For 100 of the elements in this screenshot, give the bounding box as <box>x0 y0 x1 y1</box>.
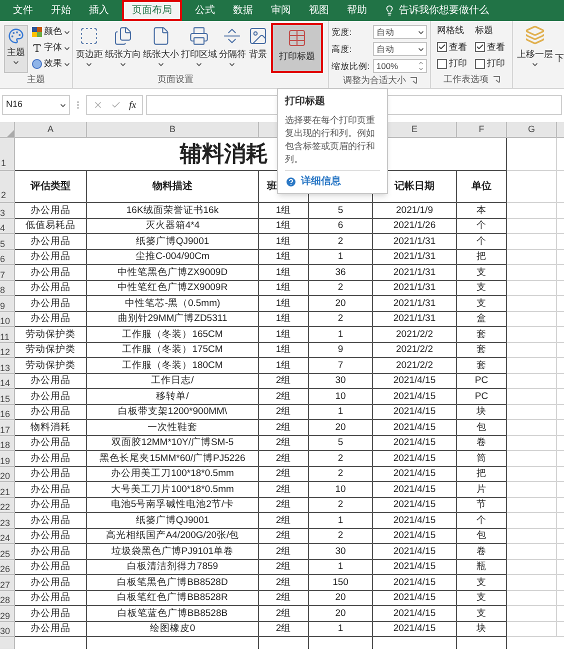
row-header[interactable]: 21 <box>0 482 15 498</box>
name-box[interactable]: N16 <box>2 95 70 115</box>
table-cell: 2021/1/31 <box>373 250 457 265</box>
table-cell: 2021/4/15 <box>373 560 457 575</box>
column-heading: 班 <box>267 180 277 194</box>
page-setup-button[interactable]: 纸张方向 <box>104 23 142 72</box>
row-header[interactable]: 26 <box>0 560 15 575</box>
checkbox-label: 打印 <box>449 57 468 70</box>
page-setup-button[interactable]: 纸张大小 <box>142 23 180 72</box>
row-header[interactable]: 9 <box>0 296 15 312</box>
page-setup-button[interactable]: 背景 <box>246 23 269 72</box>
row-header[interactable]: 16 <box>0 404 15 420</box>
checkbox[interactable] <box>475 58 486 69</box>
table-cell: 2021/4/15 <box>373 606 457 622</box>
table-cell: 2021/4/15 <box>373 482 457 498</box>
row-header[interactable]: 4 <box>0 218 15 234</box>
row-header[interactable]: 27 <box>0 575 15 590</box>
checkbox-label: 查看 <box>449 40 468 54</box>
checkbox[interactable] <box>437 42 448 52</box>
column-header[interactable]: A <box>15 122 87 137</box>
page-setup-button[interactable]: 打印标题 <box>270 23 323 72</box>
ribbon-tab[interactable]: 页面布局 <box>122 0 182 21</box>
table-cell: 个 <box>457 234 507 250</box>
row-header[interactable]: 18 <box>0 436 15 451</box>
more-info-link[interactable]: 详细信息 <box>301 174 341 189</box>
send-backward-button[interactable]: 下 <box>555 52 564 88</box>
checkbox[interactable] <box>475 42 486 52</box>
insert-function-button[interactable]: fx <box>129 98 136 112</box>
ribbon-tab[interactable]: 审阅 <box>262 0 300 21</box>
row-header[interactable]: 28 <box>0 590 15 606</box>
size-dropdown[interactable]: 自动 <box>373 42 428 56</box>
row-header[interactable]: 1 <box>0 138 15 171</box>
page-setup-button[interactable]: 页边距 <box>74 23 104 72</box>
row-header[interactable]: 25 <box>0 544 15 560</box>
table-cell: 黑色长尾夹15MM*60/广博PJ5226 <box>87 451 259 466</box>
table-cell: 办公用品 <box>15 575 87 590</box>
row-header[interactable]: 15 <box>0 389 15 404</box>
table-cell: 2组 <box>259 436 309 451</box>
ribbon-tab[interactable]: 插入 <box>80 0 118 21</box>
row-header[interactable]: 11 <box>0 327 15 342</box>
column-header[interactable]: F <box>457 122 507 137</box>
row-header[interactable]: 29 <box>0 606 15 622</box>
table-cell: 片 <box>457 482 507 498</box>
theme-option-button[interactable]: 效果 <box>32 57 70 71</box>
row-header[interactable]: 24 <box>0 528 15 544</box>
theme-option-button[interactable]: 颜色 <box>32 25 70 39</box>
themes-button[interactable]: 主题 <box>4 25 28 72</box>
row-header[interactable]: 23 <box>0 513 15 528</box>
table-cell: 把 <box>457 466 507 482</box>
scale-spinner[interactable]: 100% <box>373 59 428 73</box>
table-cell: 2021/1/31 <box>373 296 457 312</box>
table-cell: 2021/1/31 <box>373 265 457 280</box>
ribbon-tab[interactable]: 帮助 <box>338 0 376 21</box>
row-header[interactable]: 20 <box>0 466 15 482</box>
ribbon-tab[interactable]: 公式 <box>186 0 224 21</box>
table-cell: 2 <box>309 312 373 327</box>
row-header[interactable]: 30 <box>0 622 15 637</box>
row-header[interactable]: 3 <box>0 203 15 218</box>
page-setup-button[interactable]: 分隔符 <box>218 23 247 72</box>
bring-forward-button[interactable]: 上移一层 <box>517 25 553 88</box>
dialog-launcher-icon[interactable] <box>492 76 500 83</box>
layers-icon <box>525 25 545 45</box>
row-header[interactable]: 8 <box>0 280 15 296</box>
table-cell: 1 <box>309 513 373 528</box>
row-header[interactable]: 12 <box>0 342 15 358</box>
table-cell: 1组 <box>259 342 309 358</box>
table-cell: 20 <box>309 590 373 606</box>
row-header[interactable]: 6 <box>0 250 15 265</box>
cancel-icon[interactable] <box>93 100 103 110</box>
size-dropdown[interactable]: 自动 <box>373 25 428 39</box>
column-header[interactable]: G <box>507 122 557 137</box>
ribbon-tab[interactable]: 开始 <box>42 0 80 21</box>
dialog-launcher-icon[interactable] <box>410 77 417 84</box>
ribbon-tab[interactable]: 视图 <box>300 0 338 21</box>
table-cell: 2 <box>309 280 373 296</box>
column-header[interactable]: B <box>87 122 259 137</box>
row-header[interactable]: 10 <box>0 312 15 327</box>
caret-icon <box>64 46 70 50</box>
group-label: 调整为合适大小 <box>342 74 406 87</box>
table-cell: 办公用品 <box>15 606 87 622</box>
table-cell: 办公用品 <box>15 482 87 498</box>
page-setup-button[interactable]: 打印区域 <box>180 23 218 72</box>
row-header[interactable]: 7 <box>0 265 15 280</box>
row-header[interactable]: 19 <box>0 451 15 466</box>
checkbox[interactable] <box>437 58 448 69</box>
row-header[interactable]: 22 <box>0 498 15 513</box>
tell-me-search[interactable]: 告诉我你想要做什么 <box>399 3 489 18</box>
table-cell: 包 <box>457 528 507 544</box>
table-cell: 2021/4/15 <box>373 513 457 528</box>
table-cell: 支 <box>457 606 507 622</box>
ribbon-tab[interactable]: 数据 <box>224 0 262 21</box>
enter-icon[interactable] <box>111 100 121 110</box>
row-header[interactable]: 17 <box>0 420 15 436</box>
row-header[interactable]: 13 <box>0 358 15 374</box>
row-header[interactable]: 2 <box>0 171 15 203</box>
table-cell: 2021/2/2 <box>373 358 457 374</box>
row-header[interactable]: 14 <box>0 374 15 389</box>
theme-option-button[interactable]: 字体 <box>32 41 70 55</box>
row-header[interactable]: 5 <box>0 234 15 250</box>
ribbon-tab[interactable]: 文件 <box>4 0 42 21</box>
